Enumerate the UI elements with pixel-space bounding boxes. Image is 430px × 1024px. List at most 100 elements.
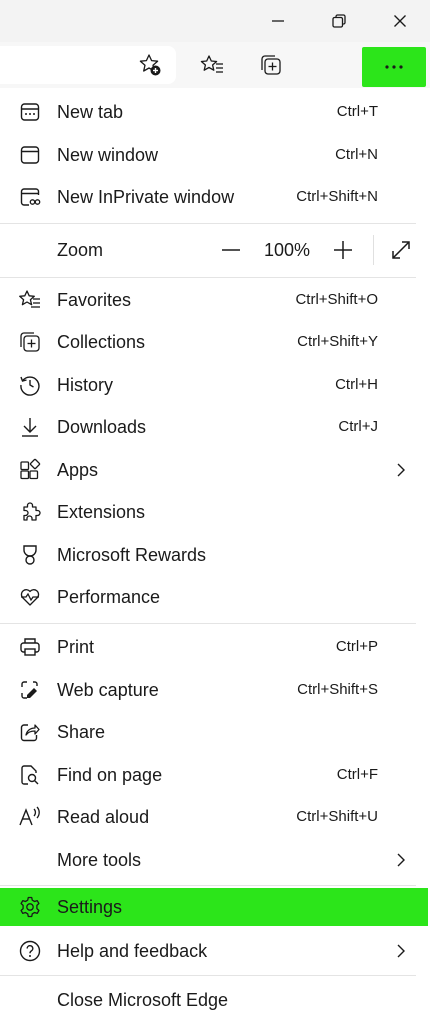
edge-screen: New tab Ctrl+T New window Ctrl+N New InP… [0,0,430,1024]
chevron-right-icon [397,853,405,867]
menu-label: Microsoft Rewards [57,545,207,565]
close-icon [394,15,406,27]
menu-item-read-aloud[interactable]: Read aloud Ctrl+Shift+U [0,796,430,838]
menu-item-new-tab[interactable]: New tab Ctrl+T [0,91,430,133]
menu-label: Close Microsoft Edge [57,990,229,1010]
menu-shortcut: Ctrl+Shift+Y [297,333,378,350]
zoom-label: Zoom [57,240,104,260]
web-capture-icon [18,678,42,702]
menu-shortcut: Ctrl+Shift+U [296,808,378,825]
chevron-right-icon [397,463,405,477]
menu-label: New tab [57,102,124,122]
more-dots-icon [385,65,403,69]
add-favorite-icon [139,54,161,76]
menu-item-favorites[interactable]: Favorites Ctrl+Shift+O [0,279,430,321]
apps-icon [18,458,42,482]
settings-and-more-button[interactable] [362,47,426,87]
menu-shortcut: Ctrl+Shift+N [296,188,378,205]
menu-shortcut: Ctrl+Shift+S [297,681,378,698]
extensions-icon [18,500,42,524]
address-bar[interactable] [0,46,176,84]
settings-gear-icon [18,895,42,919]
menu-shortcut: Ctrl+J [338,418,378,435]
collections-icon [18,330,42,354]
full-screen-icon [392,241,410,259]
inprivate-icon [18,185,42,209]
menu-divider [0,623,416,624]
restore-icon [332,14,346,28]
menu-label: More tools [57,850,142,870]
menu-item-settings[interactable]: Settings [0,888,428,926]
menu-divider [0,975,416,976]
new-window-icon [18,143,42,167]
menu-label: Favorites [57,290,132,310]
menu-item-find-on-page[interactable]: Find on page Ctrl+F [0,754,430,796]
menu-item-apps[interactable]: Apps [0,449,430,491]
title-bar [0,0,430,42]
menu-item-zoom: Zoom 100% [0,225,430,275]
menu-shortcut: Ctrl+T [336,103,378,120]
menu-shortcut: Ctrl+F [336,766,378,783]
menu-label: Share [57,722,106,742]
menu-item-share[interactable]: Share [0,711,430,753]
favorites-button[interactable] [192,46,232,84]
add-favorite-button[interactable] [130,46,170,84]
menu-divider [0,223,416,224]
minimize-button[interactable] [248,0,308,42]
new-tab-icon [18,100,42,124]
chevron-right-icon [397,944,405,958]
find-on-page-icon [18,763,42,787]
menu-item-new-inprivate-window[interactable]: New InPrivate window Ctrl+Shift+N [0,176,430,218]
close-window-button[interactable] [370,0,430,42]
menu-item-web-capture[interactable]: Web capture Ctrl+Shift+S [0,669,430,711]
menu-item-print[interactable]: Print Ctrl+P [0,626,430,668]
menu-item-more-tools[interactable]: More tools [0,839,430,881]
menu-divider [0,277,416,278]
share-icon [18,720,42,744]
menu-label: Settings [57,897,123,917]
favorites-icon [18,288,42,312]
menu-label: Print [57,637,95,657]
menu-item-microsoft-rewards[interactable]: Microsoft Rewards [0,534,430,576]
zoom-separator [373,235,374,265]
menu-label: Downloads [57,417,147,437]
menu-label: Read aloud [57,807,150,827]
performance-heart-icon [18,585,42,609]
menu-label: Extensions [57,502,146,522]
restore-button[interactable] [309,0,369,42]
full-screen-button[interactable] [388,237,414,263]
collections-icon [261,55,281,75]
zoom-in-button[interactable] [330,237,356,263]
menu-label: Apps [57,460,99,480]
menu-item-help-and-feedback[interactable]: Help and feedback [0,930,430,972]
zoom-value: 100% [263,240,311,260]
menu-item-performance[interactable]: Performance [0,576,430,618]
help-icon [18,939,42,963]
menu-label: Find on page [57,765,163,785]
zoom-out-button[interactable] [218,237,244,263]
plus-icon [334,241,352,259]
menu-item-new-window[interactable]: New window Ctrl+N [0,134,430,176]
menu-shortcut: Ctrl+P [335,638,378,655]
favorites-icon [200,55,223,73]
collections-button[interactable] [251,46,291,84]
menu-label: New InPrivate window [57,187,235,207]
history-icon [18,373,42,397]
menu-label: History [57,375,114,395]
rewards-trophy-icon [18,543,42,567]
print-icon [18,635,42,659]
menu-label: Web capture [57,680,159,700]
menu-shortcut: Ctrl+Shift+O [295,291,378,308]
menu-item-downloads[interactable]: Downloads Ctrl+J [0,406,430,448]
menu-item-collections[interactable]: Collections Ctrl+Shift+Y [0,321,430,363]
menu-item-close-microsoft-edge[interactable]: Close Microsoft Edge [0,979,430,1021]
read-aloud-icon [18,805,42,829]
menu-label: Performance [57,587,161,607]
menu-divider [0,885,416,886]
menu-item-history[interactable]: History Ctrl+H [0,364,430,406]
menu-shortcut: Ctrl+H [335,376,378,393]
minus-icon [222,249,240,251]
menu-item-extensions[interactable]: Extensions [0,491,430,533]
menu-label: New window [57,145,159,165]
settings-menu: New tab Ctrl+T New window Ctrl+N New InP… [0,88,430,1024]
